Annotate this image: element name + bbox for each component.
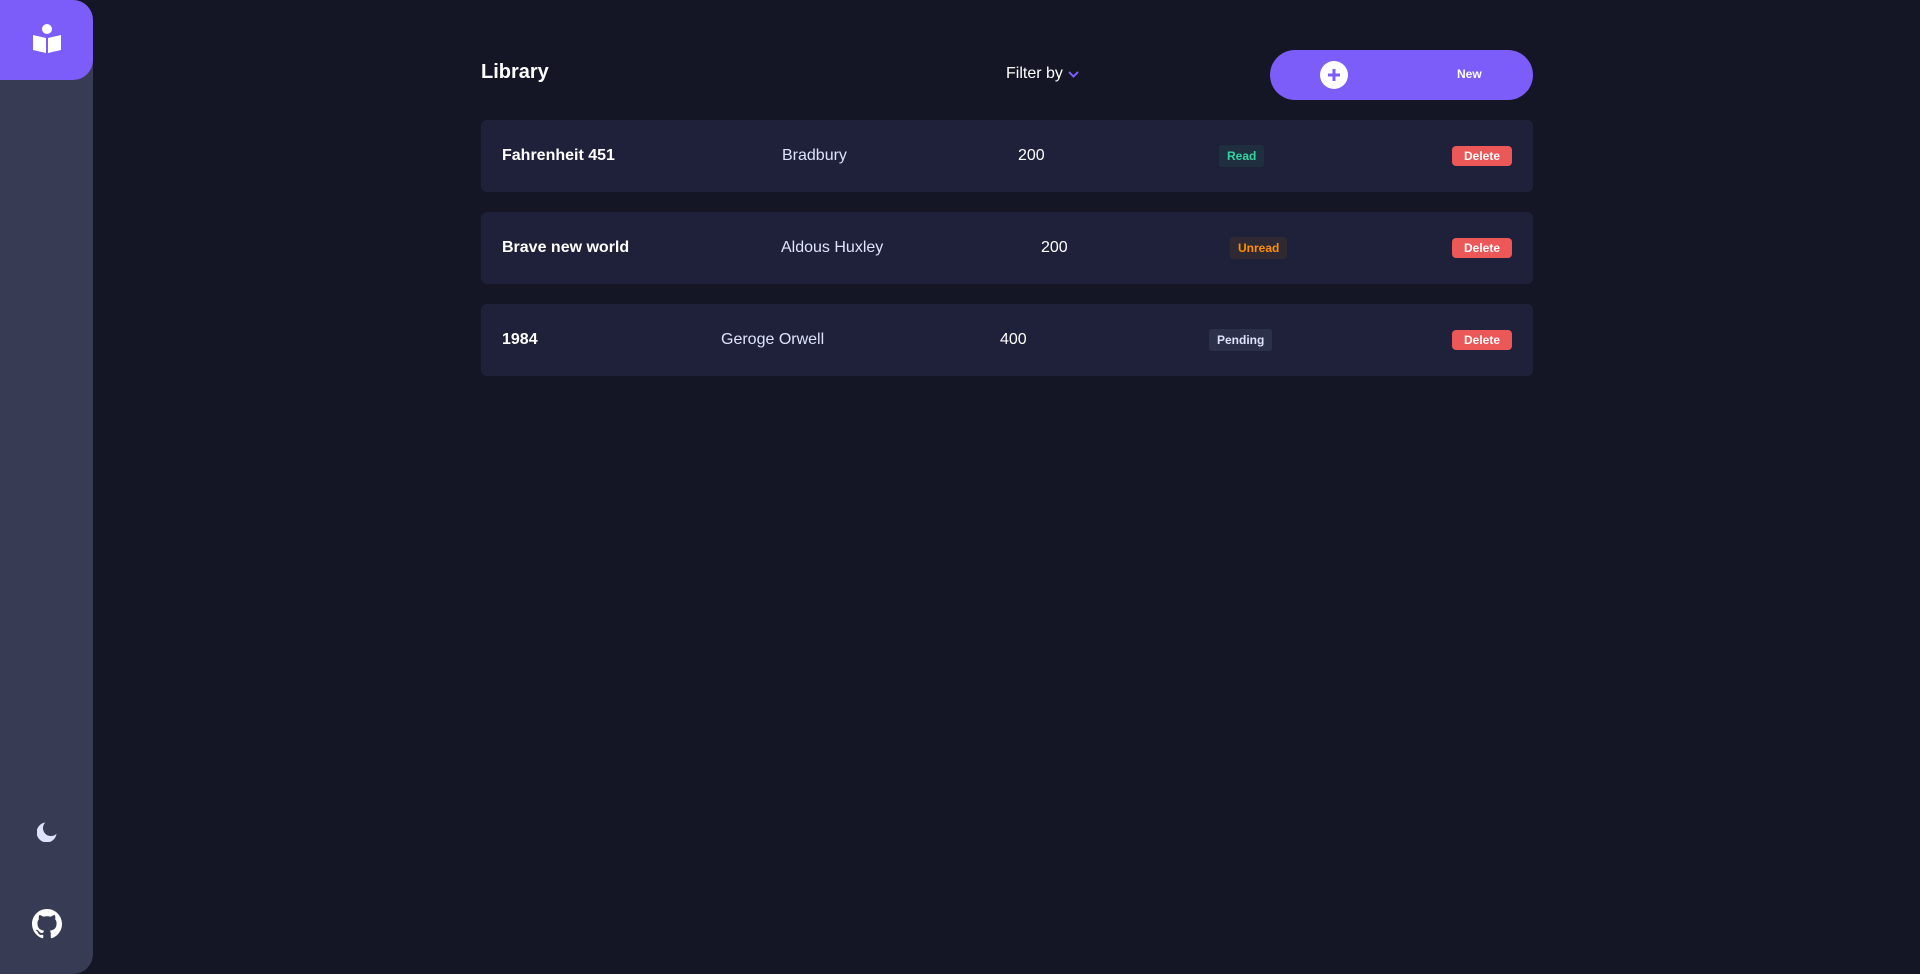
moon-icon <box>36 822 57 847</box>
book-author: Geroge Orwell <box>721 331 825 348</box>
book-row[interactable]: Brave new world Aldous Huxley 200 Unread… <box>481 212 1533 284</box>
book-reader-icon <box>31 22 63 59</box>
status-badge: Read <box>1219 145 1265 167</box>
filter-label: Filter by <box>1006 65 1063 82</box>
main-content: Library Filter by New Fahrenheit 451 Bra… <box>481 50 1533 376</box>
header: Library Filter by New <box>481 50 1533 100</box>
delete-button[interactable]: Delete <box>1452 238 1512 258</box>
book-title: 1984 <box>502 331 538 348</box>
plus-icon <box>1320 61 1348 89</box>
status-badge: Unread <box>1230 237 1288 259</box>
delete-button[interactable]: Delete <box>1452 330 1512 350</box>
book-title: Brave new world <box>502 239 630 256</box>
book-row[interactable]: Fahrenheit 451 Bradbury 200 Read Delete <box>481 120 1533 192</box>
chevron-down-icon <box>1068 65 1079 83</box>
book-author: Bradbury <box>782 147 847 164</box>
delete-button[interactable]: Delete <box>1452 146 1512 166</box>
book-pages: 400 <box>1000 331 1027 348</box>
theme-toggle-button[interactable] <box>0 814 93 854</box>
new-button-label: New <box>1457 67 1482 81</box>
status-badge: Pending <box>1209 329 1273 351</box>
book-row[interactable]: 1984 Geroge Orwell 400 Pending Delete <box>481 304 1533 376</box>
book-title: Fahrenheit 451 <box>502 147 615 164</box>
github-icon <box>31 908 62 944</box>
logo[interactable] <box>0 0 93 80</box>
sidebar <box>0 0 93 974</box>
page-title: Library <box>481 61 549 83</box>
book-pages: 200 <box>1041 239 1068 256</box>
filter-dropdown[interactable]: Filter by <box>1006 65 1079 83</box>
book-pages: 200 <box>1018 147 1045 164</box>
github-link[interactable] <box>0 906 93 946</box>
book-author: Aldous Huxley <box>781 239 884 256</box>
new-book-button[interactable]: New <box>1270 50 1533 100</box>
